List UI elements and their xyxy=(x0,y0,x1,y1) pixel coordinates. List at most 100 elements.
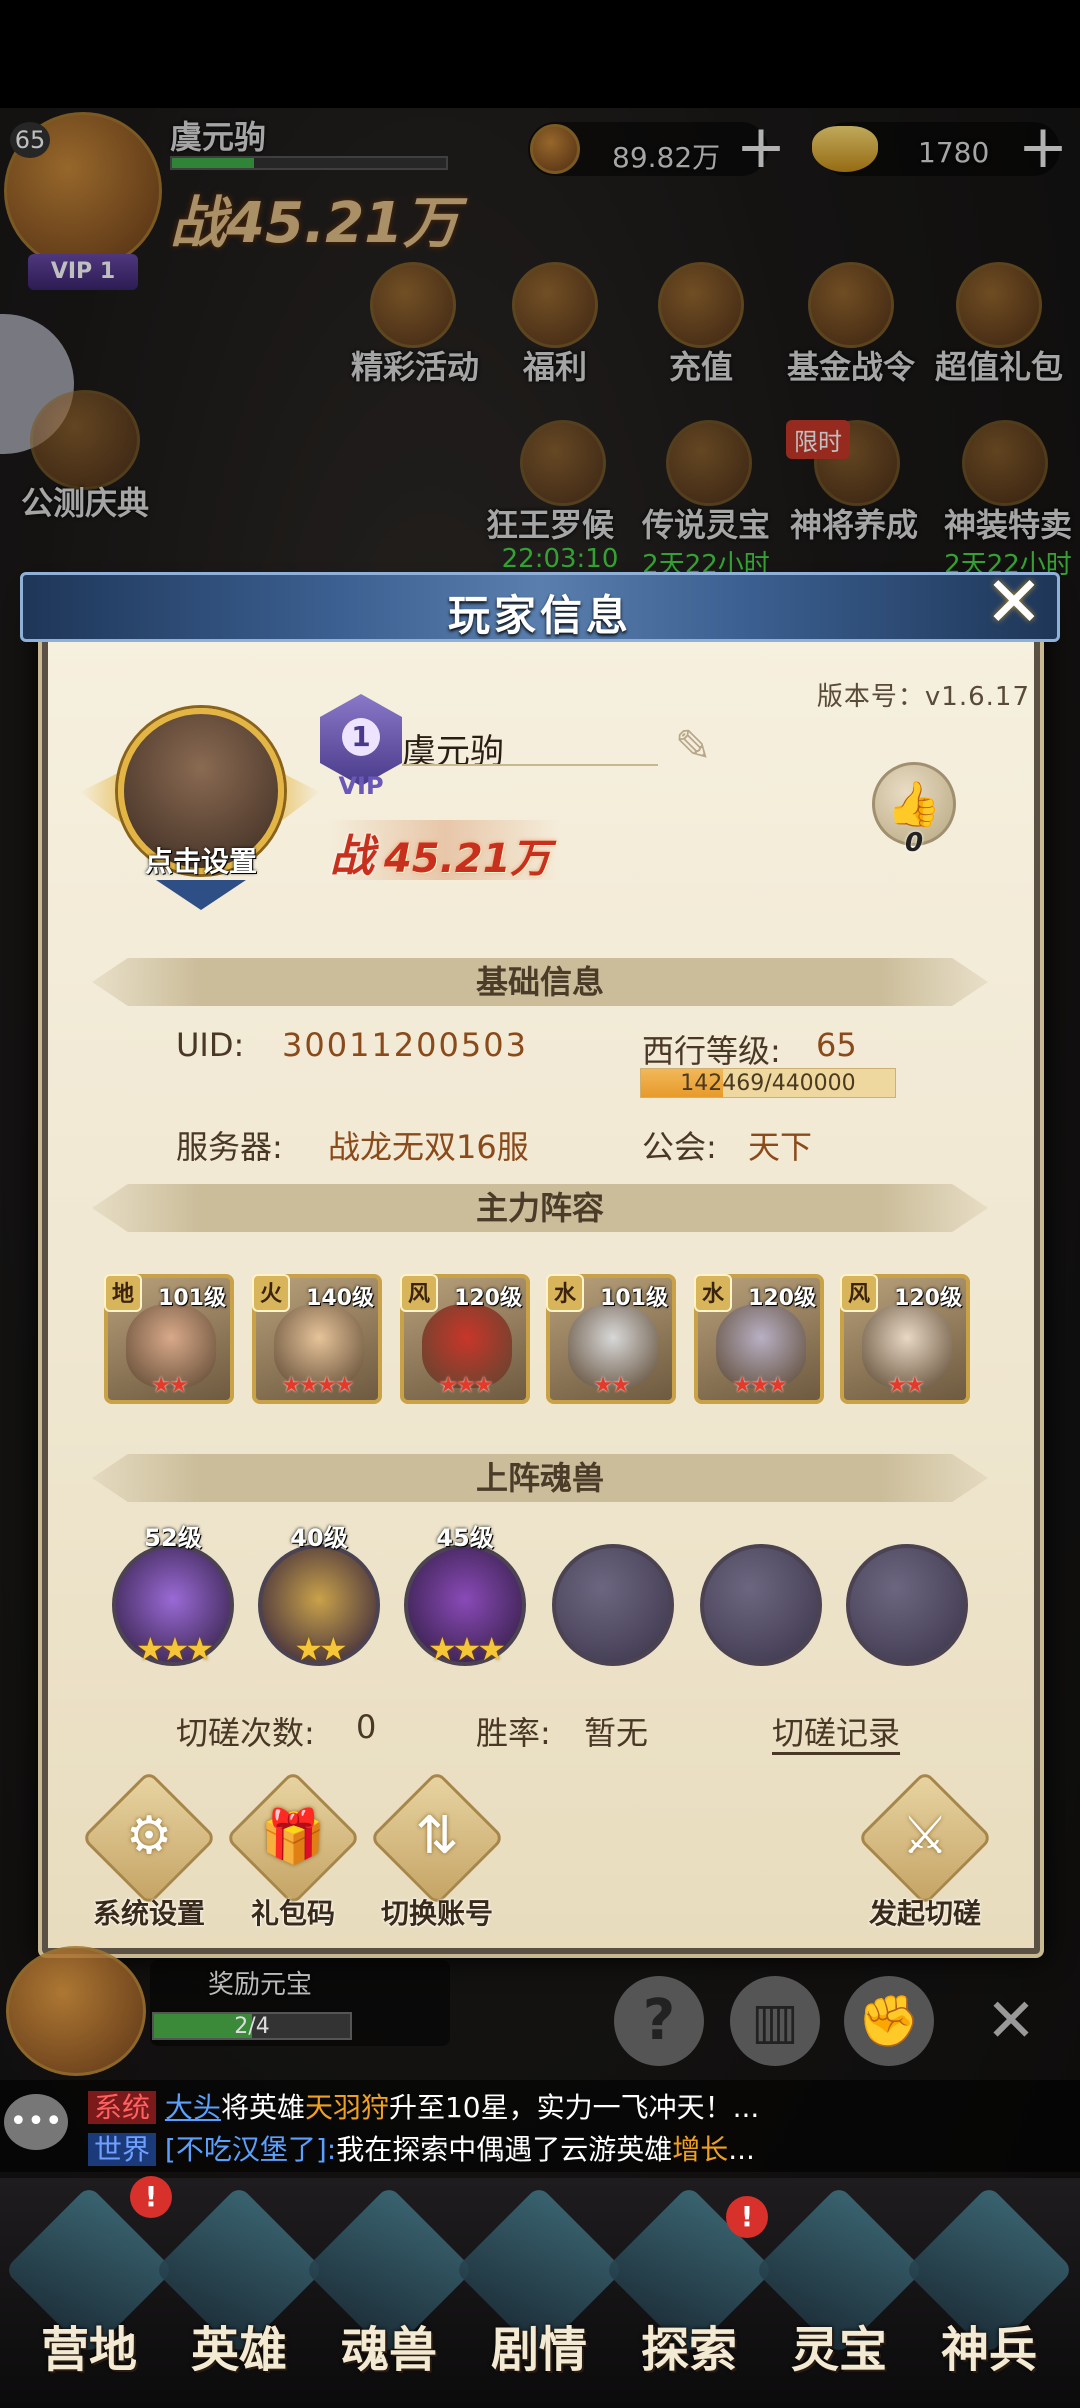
hero-level: 120级 xyxy=(748,1286,816,1311)
beast-header: 上阵魂兽 xyxy=(92,1454,988,1502)
edit-name-icon[interactable]: ✎ xyxy=(668,722,718,772)
crossed-swords-icon: ⚔ xyxy=(901,1806,949,1866)
notification-badge: ! xyxy=(130,2176,172,2218)
nav-label: 灵宝 xyxy=(790,2322,887,2378)
button-label: 切换账号 xyxy=(380,1897,493,1930)
element-badge: 水 xyxy=(694,1274,732,1312)
dialog-title: 玩家信息 xyxy=(447,591,632,640)
switch-account-button[interactable]: ⇅ 切换账号 xyxy=(369,1770,505,1930)
hero-level: 120级 xyxy=(454,1286,522,1311)
beast-level: 52级 xyxy=(144,1524,202,1552)
nav-label: 探索 xyxy=(640,2322,737,2378)
chat-user[interactable]: [不吃汉堡了]: xyxy=(165,2133,336,2166)
server-label: 服务器: xyxy=(176,1128,283,1166)
beast-stars: ★★ xyxy=(294,1630,347,1668)
hero-stars: ★★ xyxy=(151,1373,188,1398)
reward-ingot-icon[interactable] xyxy=(6,1946,146,2076)
chat-text: ... xyxy=(728,2133,755,2166)
hero-stars: ★★★ xyxy=(438,1373,493,1398)
hero-level: 120级 xyxy=(894,1286,962,1311)
gift-code-button[interactable]: 🎁 礼包码 xyxy=(225,1770,361,1930)
nav-item[interactable]: 营地 xyxy=(4,2185,174,2378)
like-count: 0 xyxy=(904,828,924,858)
beast-stars: ★★★ xyxy=(427,1630,506,1668)
hero-card[interactable]: 风 120级 ★★★ xyxy=(400,1274,530,1404)
winrate-label: 胜率: xyxy=(476,1714,551,1752)
exp-text: 142469/440000 xyxy=(680,1071,856,1096)
nav-label: 剧情 xyxy=(490,2322,587,2378)
system-settings-button[interactable]: ⚙ 系统设置 xyxy=(81,1770,217,1930)
chat-line-system: 系统 大头将英雄天羽狩升至10星，实力一飞冲天！... xyxy=(88,2086,759,2126)
guild-value: 天下 xyxy=(748,1128,813,1166)
nav-label: 神兵 xyxy=(940,2322,1037,2378)
swap-arrows-icon: ⇅ xyxy=(415,1806,459,1866)
hero-card[interactable]: 水 101级 ★★ xyxy=(546,1274,676,1404)
beast-stars: ★★★ xyxy=(135,1630,214,1668)
beast-slot[interactable]: 40级 ★★ xyxy=(258,1524,380,1668)
chat-hero: 天羽狩 xyxy=(304,2091,389,2124)
hero-stars: ★★★ xyxy=(732,1373,787,1398)
element-badge: 风 xyxy=(840,1274,878,1312)
level-value: 65 xyxy=(816,1026,857,1064)
reward-progress-text: 2/4 xyxy=(234,2014,270,2039)
vip-number: 1 xyxy=(342,718,380,756)
chat-tag: 世界 xyxy=(88,2133,157,2166)
hero-level: 101级 xyxy=(600,1286,668,1311)
nav-label: 英雄 xyxy=(190,2322,287,2378)
nav-item[interactable]: 魂兽 xyxy=(304,2185,474,2378)
collapse-icon[interactable]: ✕ xyxy=(976,1986,1046,2056)
reward-progress-bar: 2/4 xyxy=(152,2012,352,2040)
chat-tag: 系统 xyxy=(88,2091,157,2124)
nav-item[interactable]: 英雄 xyxy=(154,2185,324,2378)
element-badge: 火 xyxy=(252,1274,290,1312)
hero-stars: ★★★★ xyxy=(281,1373,355,1398)
nav-item[interactable]: 灵宝 xyxy=(754,2185,924,2378)
start-spar-button[interactable]: ⚔ 发起切磋 xyxy=(857,1770,993,1930)
element-badge: 水 xyxy=(546,1274,584,1312)
beast-slot[interactable]: 45级 ★★★ xyxy=(404,1524,526,1668)
element-badge: 风 xyxy=(400,1274,438,1312)
hero-stars: ★★ xyxy=(887,1373,924,1398)
nav-item[interactable]: 剧情 xyxy=(454,2185,624,2378)
nav-label: 营地 xyxy=(40,2322,137,2378)
hero-card[interactable]: 风 120级 ★★ xyxy=(840,1274,970,1404)
reward-label: 奖励元宝 xyxy=(207,1970,312,2000)
ranking-icon[interactable]: ▥ xyxy=(730,1976,820,2066)
gear-icon: ⚙ xyxy=(125,1806,173,1866)
notification-badge: ! xyxy=(726,2196,768,2238)
winrate-value: 暂无 xyxy=(584,1714,649,1752)
uid-value: 30011200503 xyxy=(282,1026,528,1064)
chat-hero: 增长 xyxy=(672,2133,729,2166)
basic-info-header: 基础信息 xyxy=(92,958,988,1006)
empty-beast-slot[interactable] xyxy=(846,1544,968,1666)
fist-icon[interactable]: ✊ xyxy=(844,1976,934,2066)
gift-icon: 🎁 xyxy=(260,1807,326,1867)
nav-item[interactable]: 神兵 xyxy=(904,2185,1074,2378)
avatar-caption[interactable]: 点击设置 xyxy=(118,840,284,880)
chat-user[interactable]: 大头 xyxy=(165,2091,221,2124)
hero-stars: ★★ xyxy=(593,1373,630,1398)
chat-bubble-icon[interactable]: ••• xyxy=(4,2094,68,2150)
exp-bar: 142469/440000 xyxy=(640,1068,896,1098)
empty-beast-slot[interactable] xyxy=(552,1544,674,1666)
close-icon[interactable]: ✕ xyxy=(978,567,1050,642)
empty-beast-slot[interactable] xyxy=(700,1544,822,1666)
hero-card[interactable]: 地 101级 ★★ xyxy=(104,1274,234,1404)
beast-level: 40级 xyxy=(290,1524,348,1552)
chat-text: 将英雄 xyxy=(220,2091,305,2124)
power-prefix: 战 xyxy=(330,831,374,882)
spar-count-value: 0 xyxy=(356,1708,377,1746)
hero-level: 101级 xyxy=(158,1286,226,1311)
spar-count-label: 切磋次数: xyxy=(176,1714,315,1752)
beast-slot[interactable]: 52级 ★★★ xyxy=(112,1524,234,1668)
hero-level: 140级 xyxy=(306,1286,374,1311)
hero-card[interactable]: 水 120级 ★★★ xyxy=(694,1274,824,1404)
element-badge: 地 xyxy=(104,1274,142,1312)
hero-card[interactable]: 火 140级 ★★★★ xyxy=(252,1274,382,1404)
nav-label: 魂兽 xyxy=(340,2322,437,2378)
level-label: 西行等级: xyxy=(642,1032,781,1070)
server-value: 战龙无双16服 xyxy=(328,1128,529,1166)
chat-line-world: 世界 [不吃汉堡了]:我在探索中偶遇了云游英雄增长... xyxy=(88,2128,755,2168)
spar-record-link[interactable]: 切磋记录 xyxy=(772,1708,900,1754)
help-icon[interactable]: ? xyxy=(614,1976,704,2066)
